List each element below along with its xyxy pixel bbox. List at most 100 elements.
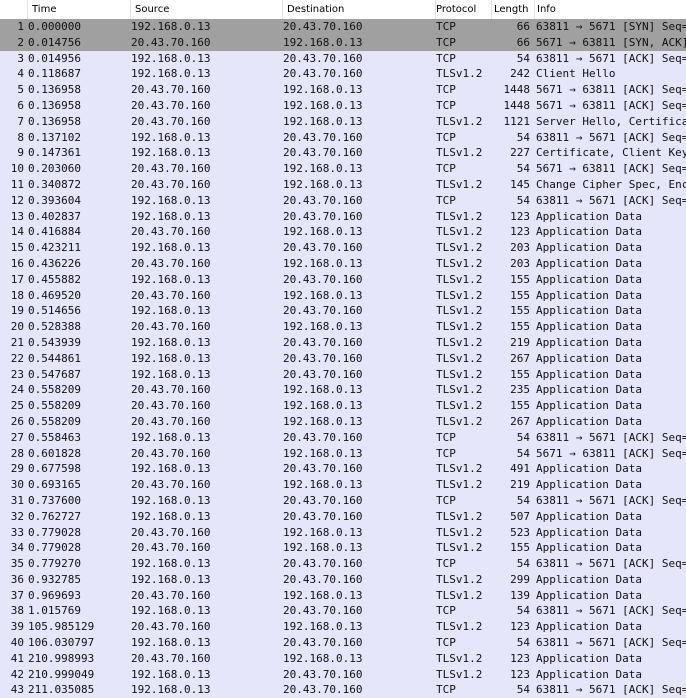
column-header-length[interactable]: Length	[492, 0, 535, 19]
packet-length: 155	[510, 320, 530, 334]
packet-length: 54	[516, 51, 530, 65]
packet-row[interactable]: 20 0.528388 20.43.70.160 192.168.0.13 TLSv1.…	[0, 319, 686, 335]
packet-info: Application Data	[536, 320, 642, 334]
packet-destination: 192.168.0.13	[283, 35, 363, 49]
packet-protocol: TLSv1.2	[436, 651, 483, 665]
packet-protocol: TLSv1.2	[436, 478, 483, 492]
packet-protocol: TLSv1.2	[436, 209, 483, 223]
packet-length: 523	[510, 525, 530, 539]
packet-list-header: Time Source Destination Protocol Length …	[0, 0, 686, 20]
column-header-number[interactable]	[0, 0, 28, 19]
column-header-destination[interactable]: Destination	[283, 0, 436, 19]
packet-row[interactable]: 4 0.118687 192.168.0.13 20.43.70.160 TLSv1.2…	[0, 66, 686, 82]
packet-protocol: TLSv1.2	[436, 256, 483, 270]
packet-time: 0.203060	[28, 162, 81, 176]
packet-destination: 20.43.70.160	[283, 367, 363, 381]
packet-info: Application Data	[536, 367, 642, 381]
packet-row[interactable]: 43 211.035085 192.168.0.13 20.43.70.160 TCP 5…	[0, 682, 686, 698]
packet-row[interactable]: 26 0.558209 20.43.70.160 192.168.0.13 TLSv1.…	[0, 414, 686, 430]
packet-row[interactable]: 31 0.737600 192.168.0.13 20.43.70.160 TCP 54 6…	[0, 493, 686, 509]
column-header-protocol[interactable]: Protocol	[436, 0, 492, 19]
packet-source: 192.168.0.13	[131, 683, 211, 697]
packet-row[interactable]: 9 0.147361 192.168.0.13 20.43.70.160 TLSv1.2…	[0, 145, 686, 161]
packet-row[interactable]: 42 210.999049 192.168.0.13 20.43.70.160 TLSv…	[0, 667, 686, 683]
packet-row[interactable]: 13 0.402837 192.168.0.13 20.43.70.160 TLSv1.…	[0, 209, 686, 225]
packet-source: 192.168.0.13	[131, 557, 211, 571]
packet-length: 1448	[503, 98, 531, 112]
packet-destination: 192.168.0.13	[283, 162, 363, 176]
packet-row[interactable]: 38 1.015769 192.168.0.13 20.43.70.160 TCP 54 6…	[0, 603, 686, 619]
packet-row[interactable]: 15 0.423211 192.168.0.13 20.43.70.160 TLSv1.…	[0, 240, 686, 256]
packet-number: 10	[10, 162, 24, 176]
packet-length: 299	[510, 572, 530, 586]
packet-time: 0.762727	[28, 509, 81, 523]
column-header-source[interactable]: Source	[131, 0, 283, 19]
packet-row[interactable]: 22 0.544861 192.168.0.13 20.43.70.160 TLSv1.…	[0, 351, 686, 367]
packet-row[interactable]: 28 0.601828 20.43.70.160 192.168.0.13 TCP 54 5…	[0, 446, 686, 462]
packet-row[interactable]: 21 0.543939 192.168.0.13 20.43.70.160 TLSv1.…	[0, 335, 686, 351]
packet-time: 211.035085	[28, 683, 95, 697]
packet-destination: 20.43.70.160	[283, 130, 363, 144]
packet-row[interactable]: 40 106.030797 192.168.0.13 20.43.70.160 TCP 5…	[0, 635, 686, 651]
packet-number: 29	[10, 462, 24, 476]
packet-row[interactable]: 41 210.998993 20.43.70.160 192.168.0.13 TLSv…	[0, 651, 686, 667]
packet-row[interactable]: 18 0.469520 20.43.70.160 192.168.0.13 TLSv1.…	[0, 288, 686, 304]
packet-row[interactable]: 7 0.136958 20.43.70.160 192.168.0.13 TLSv1.2…	[0, 114, 686, 130]
packet-number: 18	[10, 288, 24, 302]
packet-source: 20.43.70.160	[131, 478, 211, 492]
packet-info: Application Data	[536, 478, 642, 492]
packet-row[interactable]: 29 0.677598 192.168.0.13 20.43.70.160 TLSv1.…	[0, 461, 686, 477]
packet-destination: 192.168.0.13	[283, 383, 363, 397]
packet-row[interactable]: 12 0.393604 192.168.0.13 20.43.70.160 TCP 54 6…	[0, 193, 686, 209]
packet-row[interactable]: 1 0.000000 192.168.0.13 20.43.70.160 TCP 66 63…	[0, 19, 686, 35]
packet-row[interactable]: 39 105.985129 20.43.70.160 192.168.0.13 TLSv…	[0, 619, 686, 635]
packet-destination: 20.43.70.160	[283, 572, 363, 586]
packet-destination: 20.43.70.160	[283, 67, 363, 81]
packet-info: Application Data	[536, 335, 642, 349]
packet-time: 0.147361	[28, 146, 81, 160]
packet-time: 0.136958	[28, 114, 81, 128]
packet-info: 63811 → 5671 [ACK] Seq=1	[536, 430, 686, 444]
packet-source: 192.168.0.13	[131, 430, 211, 444]
packet-row[interactable]: 10 0.203060 20.43.70.160 192.168.0.13 TCP 54 5…	[0, 161, 686, 177]
packet-row[interactable]: 30 0.693165 20.43.70.160 192.168.0.13 TLSv1.…	[0, 477, 686, 493]
packet-row[interactable]: 19 0.514656 192.168.0.13 20.43.70.160 TLSv1.…	[0, 303, 686, 319]
packet-row[interactable]: 27 0.558463 192.168.0.13 20.43.70.160 TCP 54 6…	[0, 430, 686, 446]
packet-time: 0.340872	[28, 177, 81, 191]
packet-row[interactable]: 8 0.137102 192.168.0.13 20.43.70.160 TCP 54 63…	[0, 130, 686, 146]
packet-row[interactable]: 2 0.014756 20.43.70.160 192.168.0.13 TCP 66 56…	[0, 34, 686, 51]
packet-row[interactable]: 36 0.932785 192.168.0.13 20.43.70.160 TLSv1.…	[0, 572, 686, 588]
packet-row[interactable]: 33 0.779028 20.43.70.160 192.168.0.13 TLSv1.…	[0, 525, 686, 541]
packet-row[interactable]: 23 0.547687 192.168.0.13 20.43.70.160 TLSv1.…	[0, 367, 686, 383]
packet-row[interactable]: 5 0.136958 20.43.70.160 192.168.0.13 TCP 1448…	[0, 82, 686, 98]
packet-row[interactable]: 32 0.762727 192.168.0.13 20.43.70.160 TLSv1.…	[0, 509, 686, 525]
packet-row[interactable]: 37 0.969693 20.43.70.160 192.168.0.13 TLSv1.…	[0, 588, 686, 604]
packet-row[interactable]: 3 0.014956 192.168.0.13 20.43.70.160 TCP 54 63…	[0, 51, 686, 67]
packet-number: 43	[10, 683, 24, 697]
packet-time: 0.528388	[28, 320, 81, 334]
packet-protocol: TCP	[436, 130, 456, 144]
packet-length: 54	[516, 683, 530, 697]
packet-row[interactable]: 35 0.779270 192.168.0.13 20.43.70.160 TCP 54 6…	[0, 556, 686, 572]
packet-row[interactable]: 16 0.436226 20.43.70.160 192.168.0.13 TLSv1.…	[0, 256, 686, 272]
packet-length: 203	[510, 256, 530, 270]
packet-row[interactable]: 34 0.779028 20.43.70.160 192.168.0.13 TLSv1.…	[0, 540, 686, 556]
packet-info: Application Data	[536, 525, 642, 539]
packet-row[interactable]: 17 0.455882 192.168.0.13 20.43.70.160 TLSv1.…	[0, 272, 686, 288]
packet-time: 0.136958	[28, 83, 81, 97]
packet-number: 32	[10, 509, 24, 523]
packet-row[interactable]: 14 0.416884 20.43.70.160 192.168.0.13 TLSv1.…	[0, 224, 686, 240]
packet-number: 22	[10, 351, 24, 365]
packet-protocol: TCP	[436, 446, 456, 460]
packet-number: 42	[10, 667, 24, 681]
packet-protocol: TLSv1.2	[436, 288, 483, 302]
column-header-time[interactable]: Time	[28, 0, 131, 19]
packet-row[interactable]: 25 0.558209 20.43.70.160 192.168.0.13 TLSv1.…	[0, 398, 686, 414]
packet-length: 123	[510, 209, 530, 223]
column-header-info[interactable]: Info	[535, 0, 686, 19]
packet-protocol: TCP	[436, 636, 456, 650]
packet-row[interactable]: 11 0.340872 20.43.70.160 192.168.0.13 TLSv1.…	[0, 177, 686, 193]
packet-row[interactable]: 24 0.558209 20.43.70.160 192.168.0.13 TLSv1.…	[0, 382, 686, 398]
packet-protocol: TLSv1.2	[436, 304, 483, 318]
packet-row[interactable]: 6 0.136958 20.43.70.160 192.168.0.13 TCP 1448…	[0, 98, 686, 114]
